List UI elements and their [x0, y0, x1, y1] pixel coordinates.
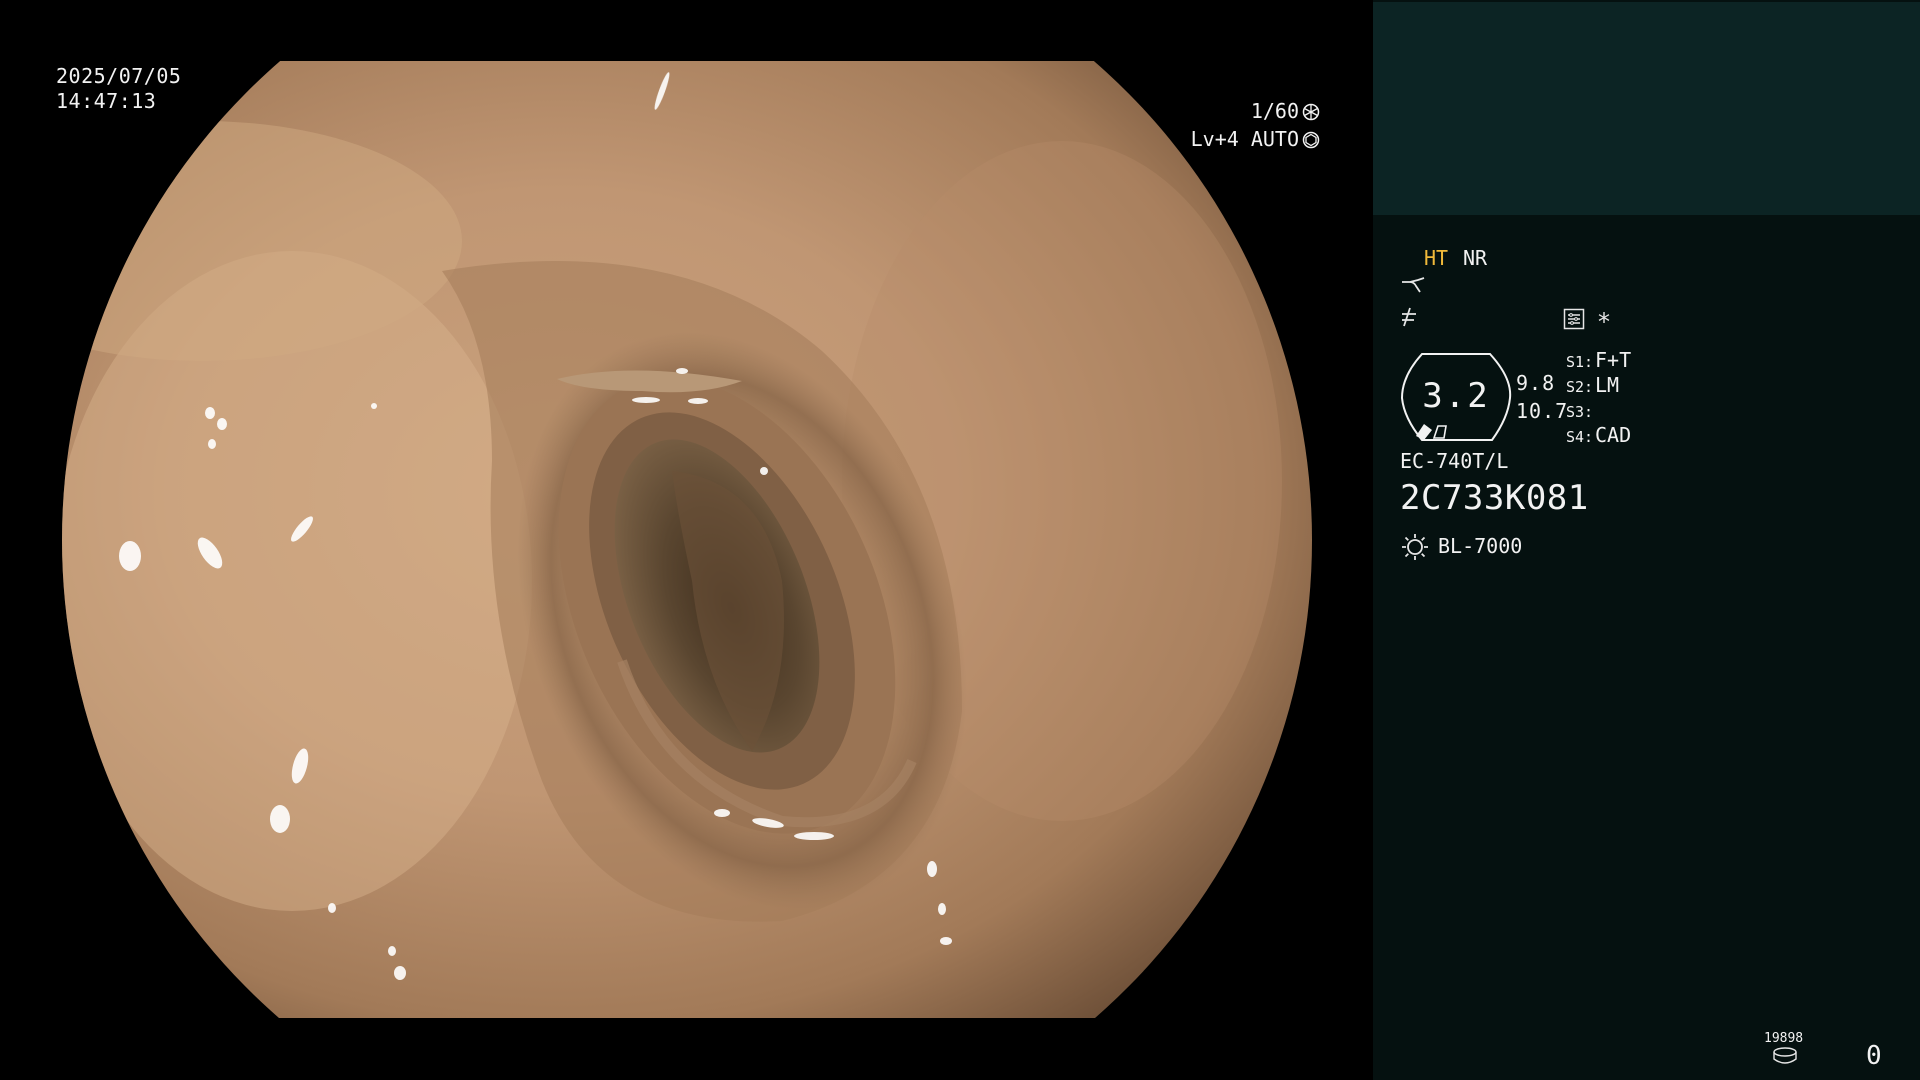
menu-icon — [1563, 308, 1585, 330]
scope-serial: 2C733K081 — [1400, 478, 1589, 518]
switch-label-s4: S4: — [1566, 428, 1594, 446]
scope-model: EC-740T/L — [1400, 449, 1509, 473]
enhance-curve-icon — [1402, 277, 1425, 293]
ht-indicator: HT — [1424, 246, 1449, 270]
switch-value-s2: LM — [1595, 373, 1620, 397]
storage-counter: 19898 — [1764, 1031, 1804, 1046]
iris-level-label: Lv+4 AUTO — [1190, 127, 1299, 151]
shutter-label: 1/60 — [1250, 99, 1299, 123]
status-panel-header — [1373, 2, 1920, 215]
iris-level-indicator: Lv+4 AUTO — [1150, 126, 1320, 152]
light-source-label: BL-7000 — [1438, 534, 1523, 558]
time-label: 14:47:13 — [56, 89, 157, 113]
color-tone-icon — [1402, 307, 1416, 327]
light-source-icon — [1402, 534, 1428, 560]
switch-value-s4: CAD — [1595, 423, 1632, 447]
date-time-stamp: 2025/07/05 14:47:13 — [56, 64, 181, 114]
image-count: 0 — [1866, 1041, 1882, 1071]
endoscope-view-area: 2025/07/05 14:47:13 1/60 Lv+4 AUTO — [0, 0, 1372, 1080]
switch-label-s3: S3: — [1566, 403, 1594, 421]
shutter-indicator: 1/60 — [1150, 98, 1320, 124]
side-value-1: 9.8 — [1516, 371, 1556, 395]
switch-label-s2: S2: — [1566, 378, 1594, 396]
side-value-2: 10.7 — [1516, 399, 1569, 423]
shutter-icon — [1302, 103, 1320, 121]
date-label: 2025/07/05 — [56, 64, 182, 88]
nr-indicator: NR — [1463, 246, 1488, 270]
endoscopic-image — [62, 61, 1312, 1018]
gauge-value: 3.2 — [1422, 376, 1490, 416]
switch-label-s1: S1: — [1566, 353, 1594, 371]
asterisk-indicator: * — [1598, 308, 1610, 336]
disk-icon — [1773, 1047, 1797, 1064]
switch-value-s1: F+T — [1595, 348, 1632, 372]
auto-iris-icon — [1302, 131, 1320, 149]
